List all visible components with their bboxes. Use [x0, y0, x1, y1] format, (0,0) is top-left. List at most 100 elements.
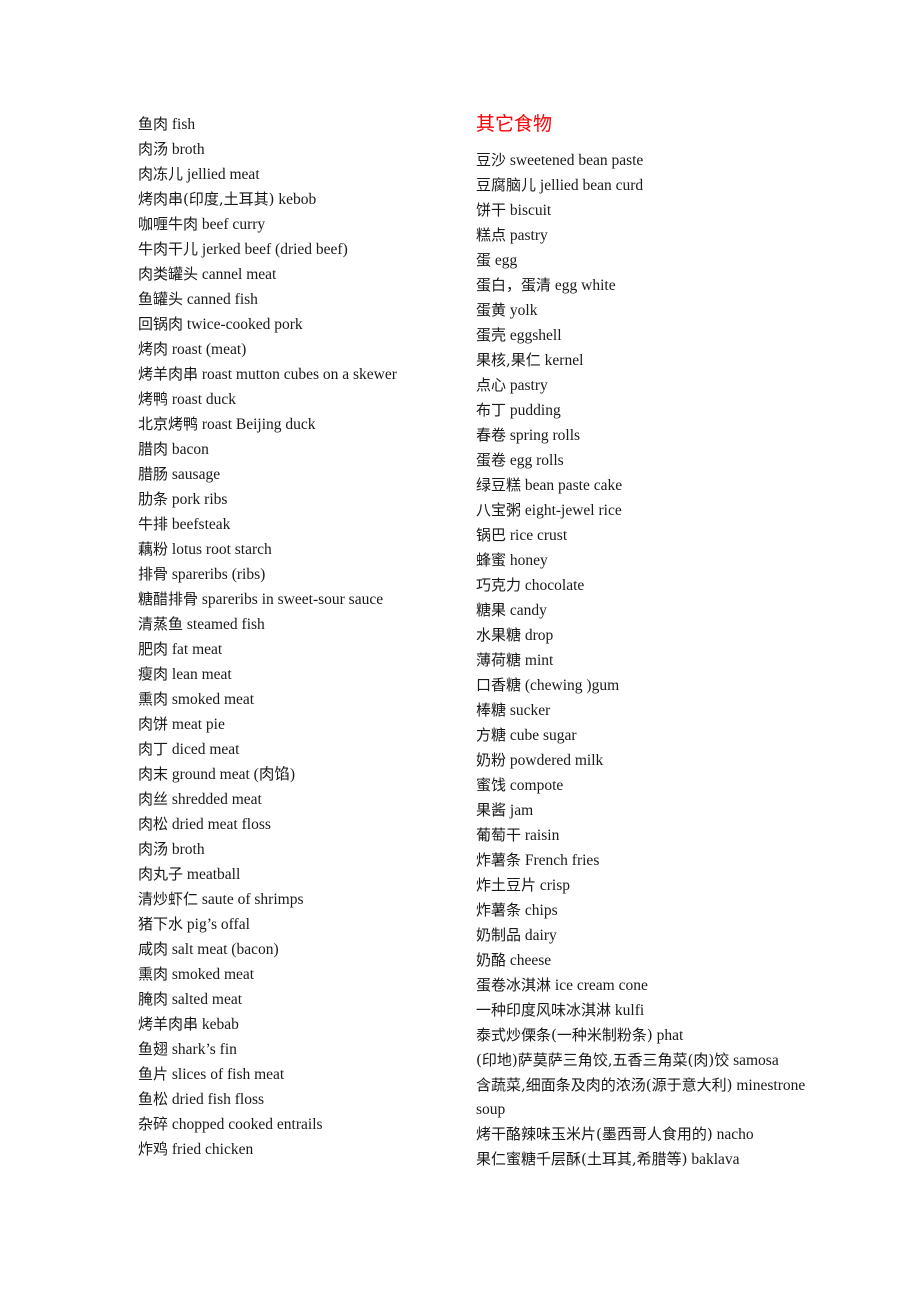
entry-chinese: 蛋壳 [476, 326, 507, 344]
entry-chinese: 鱼肉 [138, 115, 169, 133]
entry-chinese: 肉丸子 [138, 865, 184, 883]
entry-chinese: 蛋黄 [476, 301, 507, 319]
entry-english: compote [509, 777, 564, 794]
vocabulary-entry: 点心 pastry [476, 373, 806, 398]
entry-english: yolk [509, 302, 538, 319]
entry-english: honey [509, 552, 548, 569]
right-column: 其它食物 豆沙 sweetened bean paste 豆腐脑儿 jellie… [476, 112, 806, 1172]
entry-english: spring rolls [509, 427, 581, 444]
vocabulary-entry: 蛋黄 yolk [476, 298, 806, 323]
entry-english: phat [656, 1027, 684, 1044]
vocabulary-entry: 泰式炒傈条(一种米制粉条) phat [476, 1023, 806, 1048]
entry-english: chocolate [524, 577, 585, 594]
vocabulary-entry: 肋条 pork ribs [138, 487, 468, 512]
entry-english: fat meat [171, 641, 223, 658]
entry-chinese: 牛肉干儿 [138, 240, 199, 258]
entry-english: meatball [186, 866, 241, 883]
vocabulary-entry: 绿豆糕 bean paste cake [476, 473, 806, 498]
entry-english: egg white [554, 277, 616, 294]
entry-english: roast mutton cubes on a skewer [201, 366, 397, 383]
entry-english: mint [524, 652, 554, 669]
entry-english: diced meat [171, 741, 240, 758]
vocabulary-entry: 肉汤 broth [138, 137, 468, 162]
left-column-entry-list: 鱼肉 fish 肉汤 broth 肉冻儿 jellied meat 烤肉串(印度… [138, 112, 468, 1162]
vocabulary-entry: 烤肉串(印度,土耳其) kebob [138, 187, 468, 212]
entry-english: kulfi [614, 1002, 645, 1019]
entry-chinese: 肉汤 [138, 840, 169, 858]
entry-chinese: 方糖 [476, 726, 507, 744]
vocabulary-entry: (印地)萨莫萨三角饺,五香三角菜(肉)饺 samosa [476, 1048, 806, 1073]
entry-english: meat pie [171, 716, 225, 733]
entry-english: nacho [716, 1126, 754, 1143]
entry-english: kebab [201, 1016, 239, 1033]
vocabulary-entry: 瘦肉 lean meat [138, 662, 468, 687]
entry-english: beefsteak [171, 516, 231, 533]
vocabulary-entry: 咖喱牛肉 beef curry [138, 212, 468, 237]
entry-chinese: 排骨 [138, 565, 169, 583]
entry-chinese: 藕粉 [138, 540, 169, 558]
entry-english: twice-cooked pork [186, 316, 303, 333]
entry-chinese: 口香糖 [476, 676, 522, 694]
entry-english: shark’s fin [171, 1041, 237, 1058]
entry-chinese: 奶制品 [476, 926, 522, 944]
entry-english: kernel [544, 352, 584, 369]
entry-english: roast Beijing duck [201, 416, 316, 433]
vocabulary-entry: 蜜饯 compote [476, 773, 806, 798]
vocabulary-entry: 糖果 candy [476, 598, 806, 623]
vocabulary-entry: 肉丝 shredded meat [138, 787, 468, 812]
right-column-entry-list: 豆沙 sweetened bean paste 豆腐脑儿 jellied bea… [476, 148, 806, 1172]
entry-english: fried chicken [171, 1141, 254, 1158]
entry-chinese: 八宝粥 [476, 501, 522, 519]
entry-chinese: 北京烤鸭 [138, 415, 199, 433]
left-column: 鱼肉 fish 肉汤 broth 肉冻儿 jellied meat 烤肉串(印度… [138, 112, 468, 1162]
entry-chinese: 蛋白，蛋清 [476, 276, 552, 294]
entry-chinese: 咸肉 [138, 940, 169, 958]
vocabulary-entry: 炸薯条 French fries [476, 848, 806, 873]
entry-chinese: 蛋 [476, 251, 492, 269]
entry-chinese: 饼干 [476, 201, 507, 219]
entry-chinese: 清蒸鱼 [138, 615, 184, 633]
vocabulary-entry: 布丁 pudding [476, 398, 806, 423]
entry-chinese: 鱼松 [138, 1090, 169, 1108]
entry-english: cube sugar [509, 727, 577, 744]
entry-chinese: 奶粉 [476, 751, 507, 769]
entry-english: ground meat (肉馅) [171, 766, 295, 783]
entry-english: shredded meat [171, 791, 262, 808]
vocabulary-entry: 鱼片 slices of fish meat [138, 1062, 468, 1087]
entry-chinese: 肥肉 [138, 640, 169, 658]
entry-english: pudding [509, 402, 561, 419]
entry-english: powdered milk [509, 752, 604, 769]
vocabulary-entry: 肉丁 diced meat [138, 737, 468, 762]
entry-english: slices of fish meat [171, 1066, 285, 1083]
entry-english: lean meat [171, 666, 232, 683]
entry-english: pig’s offal [186, 916, 250, 933]
entry-english: French fries [524, 852, 600, 869]
entry-english: egg rolls [509, 452, 564, 469]
entry-chinese: 肉类罐头 [138, 265, 199, 283]
vocabulary-entry: 含蔬菜,细面条及肉的浓汤(源于意大利) minestrone soup [476, 1073, 806, 1122]
vocabulary-entry: 八宝粥 eight-jewel rice [476, 498, 806, 523]
entry-english: smoked meat [171, 691, 255, 708]
entry-chinese: 腌肉 [138, 990, 169, 1008]
entry-english: canned fish [186, 291, 258, 308]
entry-english: cheese [509, 952, 552, 969]
entry-chinese: 杂碎 [138, 1115, 169, 1133]
vocabulary-entry: 腌肉 salted meat [138, 987, 468, 1012]
vocabulary-entry: 鱼松 dried fish floss [138, 1087, 468, 1112]
entry-chinese: 烤肉串(印度,土耳其) [138, 190, 275, 208]
entry-english: baklava [691, 1151, 740, 1168]
entry-chinese: 绿豆糕 [476, 476, 522, 494]
entry-english: egg [494, 252, 518, 269]
vocabulary-entry: 腊肉 bacon [138, 437, 468, 462]
entry-chinese: 豆腐脑儿 [476, 176, 537, 194]
vocabulary-entry: 牛肉干儿 jerked beef (dried beef) [138, 237, 468, 262]
entry-chinese: 肉饼 [138, 715, 169, 733]
entry-chinese: 猪下水 [138, 915, 184, 933]
section-heading-other-foods: 其它食物 [476, 113, 553, 135]
vocabulary-entry: 牛排 beefsteak [138, 512, 468, 537]
vocabulary-entry: 果酱 jam [476, 798, 806, 823]
entry-chinese: 肋条 [138, 490, 169, 508]
entry-chinese: 肉丝 [138, 790, 169, 808]
vocabulary-entry: 肉末 ground meat (肉馅) [138, 762, 468, 787]
entry-english: jam [509, 802, 534, 819]
